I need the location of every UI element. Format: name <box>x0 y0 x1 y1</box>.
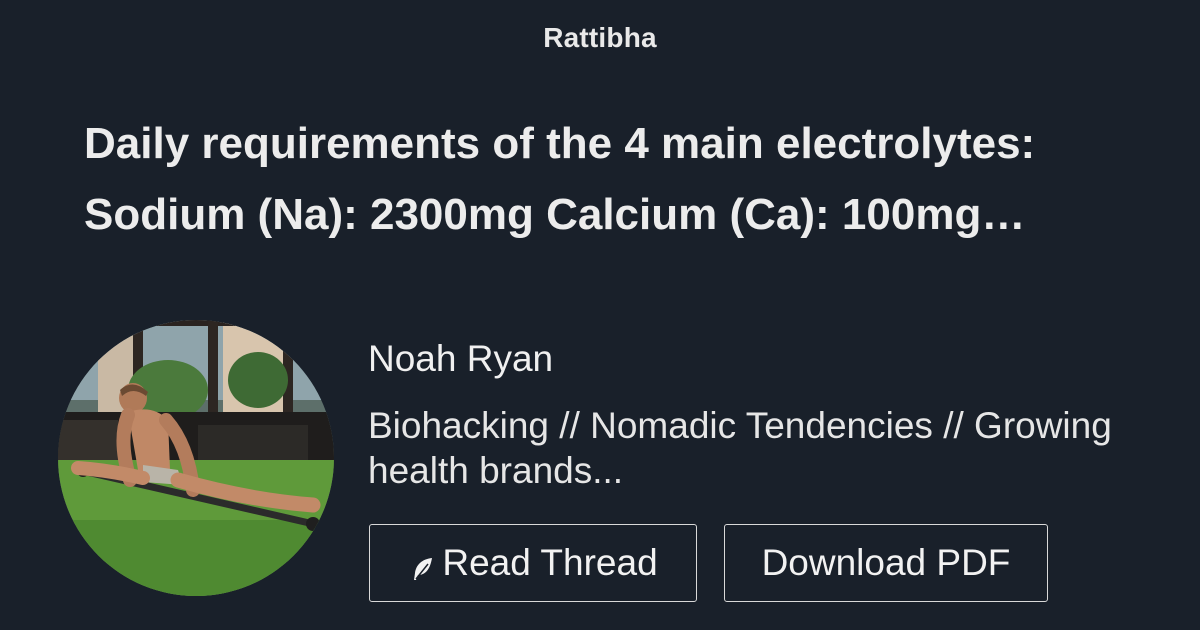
author-bio-line-2: health brands... <box>368 450 624 491</box>
feather-icon <box>408 551 438 581</box>
download-pdf-label: Download PDF <box>761 542 1011 583</box>
thread-title: Daily requirements of the 4 main electro… <box>84 108 1144 250</box>
thread-card: Rattibha Daily requirements of the 4 mai… <box>0 0 1200 630</box>
author-bio-line-1: Biohacking // Nomadic Tendencies // Grow… <box>368 405 1112 446</box>
site-brand: Rattibha <box>543 22 657 53</box>
read-thread-label: Read Thread <box>442 542 658 583</box>
author-avatar <box>58 320 334 596</box>
avatar-photo <box>58 320 334 596</box>
read-thread-button[interactable]: Read Thread <box>369 524 697 602</box>
thread-title-line-2: Sodium (Na): 2300mg Calcium (Ca): 100mg… <box>84 190 1026 239</box>
author-name[interactable]: Noah Ryan <box>368 338 553 380</box>
thread-title-line-1: Daily requirements of the 4 main electro… <box>84 119 1036 168</box>
author-bio: Biohacking // Nomadic Tendencies // Grow… <box>368 403 1188 493</box>
download-pdf-button[interactable]: Download PDF <box>724 524 1048 602</box>
